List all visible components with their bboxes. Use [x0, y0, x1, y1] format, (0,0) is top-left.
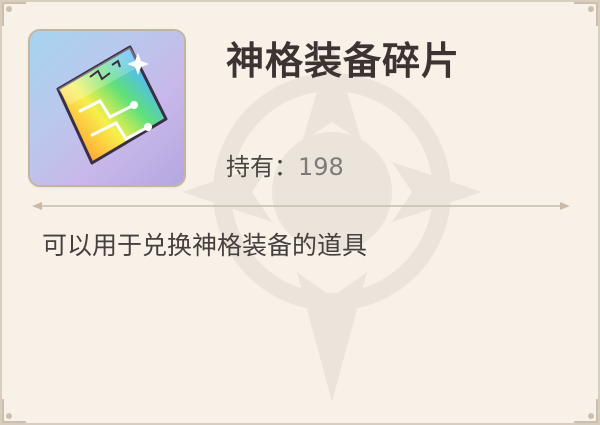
- owned-label: 持有：: [226, 153, 298, 181]
- corner-ornament: [574, 2, 598, 26]
- rainbow-crystal-shard-icon: [56, 45, 168, 165]
- item-description: 可以用于兑换神格装备的道具: [42, 231, 368, 260]
- corner-ornament: [2, 399, 26, 423]
- owned-count: 198: [298, 153, 344, 181]
- section-divider: [32, 202, 570, 210]
- corner-ornament: [574, 399, 598, 423]
- item-icon-frame: [30, 31, 184, 185]
- item-detail-panel: 神格装备碎片 持有：198 可以用于兑换神格装备的道具: [0, 0, 600, 425]
- item-name: 神格装备碎片: [226, 39, 461, 83]
- corner-ornament: [2, 2, 26, 26]
- owned-row: 持有：198: [226, 147, 344, 182]
